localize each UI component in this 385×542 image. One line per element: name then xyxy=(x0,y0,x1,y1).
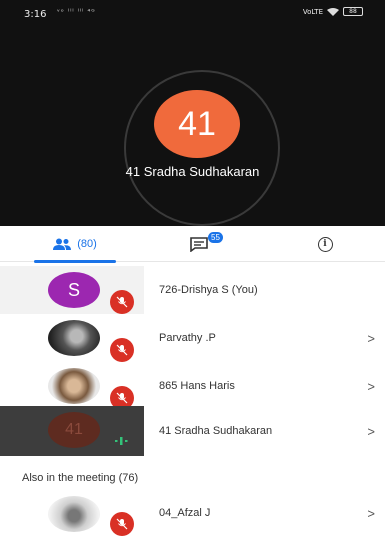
battery-icon: 88 xyxy=(343,7,363,16)
participant-name: 04_Afzal J xyxy=(159,507,211,519)
tab-chat[interactable]: 55 xyxy=(170,226,230,262)
people-icon xyxy=(53,238,72,250)
avatar-initial: 41 xyxy=(65,421,83,438)
chevron-right-icon: > xyxy=(367,331,375,346)
participant-row[interactable]: 04_Afzal J > xyxy=(0,490,385,538)
avatar xyxy=(48,368,100,404)
mic-off-icon xyxy=(110,338,134,362)
participant-row[interactable]: Parvathy .P > xyxy=(0,314,385,362)
call-stage: 3:16 ᵛᵒ ˡˡˡ ˡˡˡ ⁴ᴳ VoLTE 88 41 41 Sradha… xyxy=(0,0,385,226)
avatar: S xyxy=(48,272,100,308)
status-bar: 3:16 ᵛᵒ ˡˡˡ ˡˡˡ ⁴ᴳ VoLTE 88 xyxy=(0,0,385,26)
mic-off-icon xyxy=(110,290,134,314)
section-heading: Also in the meeting (76) xyxy=(22,472,139,484)
participant-name: Parvathy .P xyxy=(159,332,216,344)
participant-row[interactable]: S 726-Drishya S (You) xyxy=(0,266,385,314)
participant-row[interactable]: 41 41 Sradha Sudhakaran > xyxy=(0,406,385,456)
avatar-initial: S xyxy=(67,279,80,300)
mic-off-icon xyxy=(110,512,134,536)
tab-info[interactable]: i xyxy=(300,226,350,262)
participant-name: 41 Sradha Sudhakaran xyxy=(159,425,273,437)
status-time: 3:16 xyxy=(24,9,47,20)
chevron-right-icon: > xyxy=(367,379,375,394)
tab-bar: (80) 55 i xyxy=(0,226,385,263)
info-icon: i xyxy=(317,236,333,252)
chevron-right-icon: > xyxy=(367,506,375,521)
status-right: VoLTE 88 xyxy=(303,7,363,16)
avatar: 41 xyxy=(48,412,100,448)
chevron-right-icon: > xyxy=(367,424,375,439)
chat-badge: 55 xyxy=(208,232,223,243)
tab-people[interactable]: (80) xyxy=(30,226,120,263)
avatar xyxy=(48,496,100,532)
volte-label: VoLTE xyxy=(302,7,323,16)
active-tab-indicator xyxy=(34,260,116,263)
participant-name: 865 Hans Haris xyxy=(159,380,235,392)
speaking-indicator-icon xyxy=(115,437,128,445)
avatar xyxy=(48,320,100,356)
signal-indicator: ᵛᵒ ˡˡˡ ˡˡˡ ⁴ᴳ xyxy=(57,8,96,16)
participant-row[interactable]: 865 Hans Haris > xyxy=(0,362,385,410)
active-speaker-avatar[interactable]: 41 xyxy=(154,90,240,158)
people-count: (80) xyxy=(77,238,97,250)
wifi-icon xyxy=(327,7,339,16)
participant-name: 726-Drishya S (You) xyxy=(159,284,258,296)
active-speaker-name: 41 Sradha Sudhakaran xyxy=(125,164,260,179)
